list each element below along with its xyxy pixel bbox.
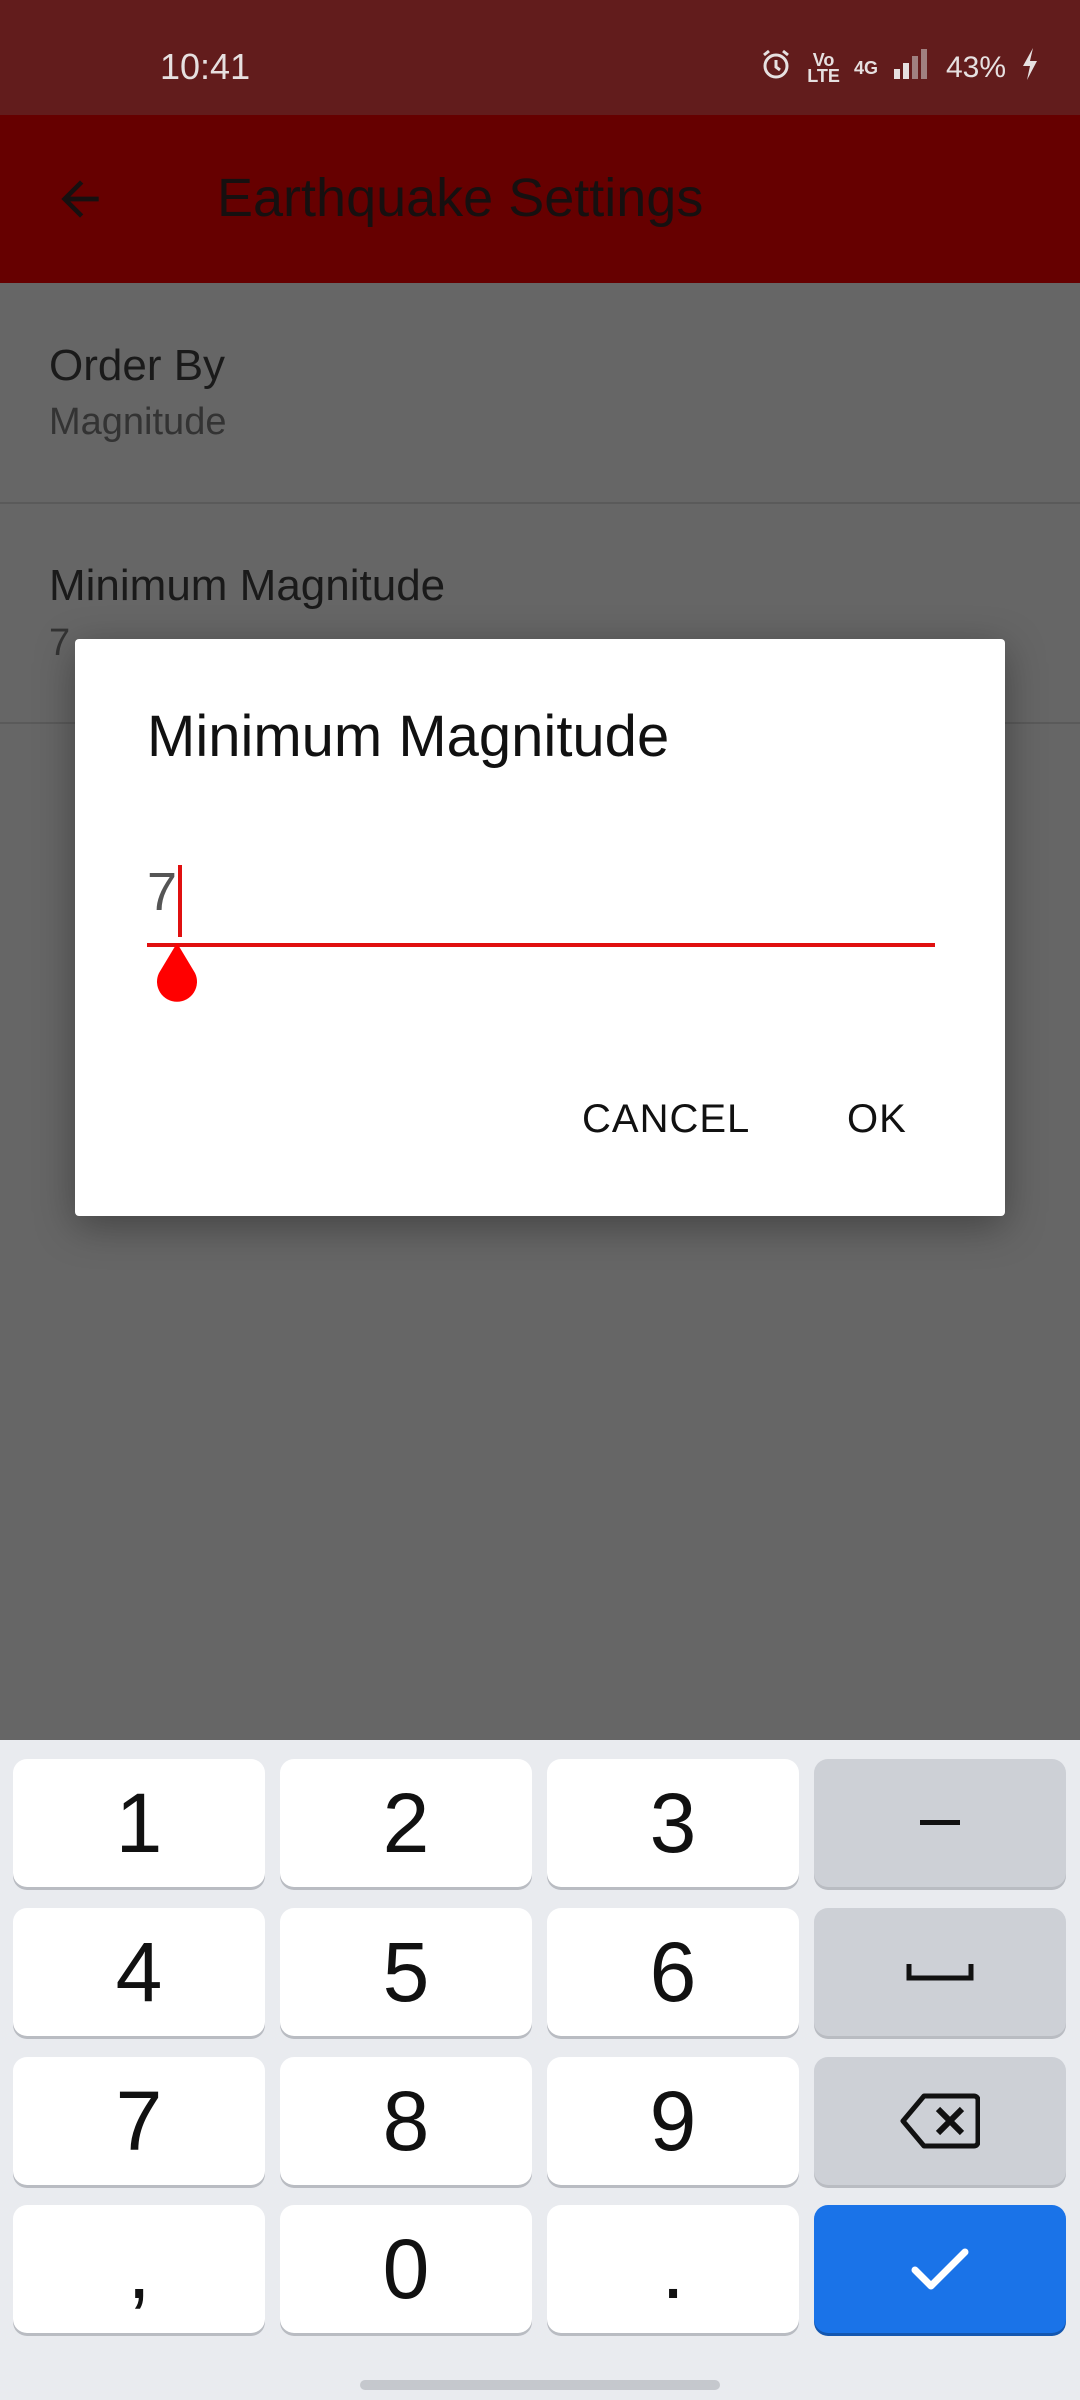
dialog-title: Minimum Magnitude: [147, 704, 670, 769]
volte-icon: Vo LTE: [807, 51, 840, 86]
pref-min-magnitude-title: Minimum Magnitude: [49, 561, 446, 610]
status-icons: Vo LTE 4G 43%: [759, 46, 1040, 90]
charging-icon: [1020, 46, 1040, 90]
key-3[interactable]: 3: [547, 1759, 799, 1887]
volte-label-bottom: LTE: [807, 66, 840, 86]
ok-button[interactable]: OK: [847, 1097, 907, 1142]
back-button[interactable]: [40, 159, 120, 239]
status-bar: 10:41 Vo LTE 4G 43%: [0, 0, 1080, 115]
key-space[interactable]: [814, 1908, 1066, 2036]
network-type: 4G: [853, 58, 878, 78]
cursor-handle-icon[interactable]: [147, 943, 207, 1007]
key-5[interactable]: 5: [280, 1908, 532, 2036]
key-1[interactable]: 1: [13, 1759, 265, 1887]
key-4[interactable]: 4: [13, 1908, 265, 2036]
numeric-keyboard: 1 2 3 4 5 6 7 8 9 , 0 .: [0, 1740, 1080, 2400]
key-2[interactable]: 2: [280, 1759, 532, 1887]
key-minus[interactable]: [814, 1759, 1066, 1887]
page-title: Earthquake Settings: [217, 168, 704, 228]
key-0[interactable]: 0: [280, 2205, 532, 2333]
cancel-button[interactable]: CANCEL: [582, 1097, 750, 1142]
key-comma[interactable]: ,: [13, 2205, 265, 2333]
battery-level: 43%: [945, 51, 1006, 84]
input-underline: [147, 943, 935, 947]
key-6[interactable]: 6: [547, 1908, 799, 2036]
signal-icon: [892, 47, 932, 89]
key-9[interactable]: 9: [547, 2057, 799, 2185]
key-backspace[interactable]: [814, 2057, 1066, 2185]
pref-min-magnitude-summary: 7: [49, 622, 71, 664]
status-time: 10:41: [160, 46, 251, 87]
checkmark-icon: [911, 2248, 969, 2290]
key-7[interactable]: 7: [13, 2057, 265, 2185]
magnitude-input[interactable]: [147, 864, 935, 920]
key-done[interactable]: [814, 2205, 1066, 2333]
app-bar: Earthquake Settings: [0, 115, 1080, 283]
minus-icon: [920, 1820, 960, 1825]
space-icon: [906, 1964, 974, 1981]
arrow-back-icon: [61, 180, 99, 218]
key-period[interactable]: .: [547, 2205, 799, 2333]
key-8[interactable]: 8: [280, 2057, 532, 2185]
pref-order-by-summary: Magnitude: [49, 401, 227, 443]
pref-order-by[interactable]: Order By Magnitude: [0, 283, 1080, 504]
min-magnitude-dialog: Minimum Magnitude CANCEL OK: [75, 639, 1005, 1216]
home-indicator[interactable]: [360, 2380, 720, 2390]
text-cursor: [178, 865, 182, 937]
backspace-icon: [900, 2093, 980, 2149]
alarm-icon: [759, 47, 793, 89]
pref-order-by-title: Order By: [49, 341, 226, 390]
